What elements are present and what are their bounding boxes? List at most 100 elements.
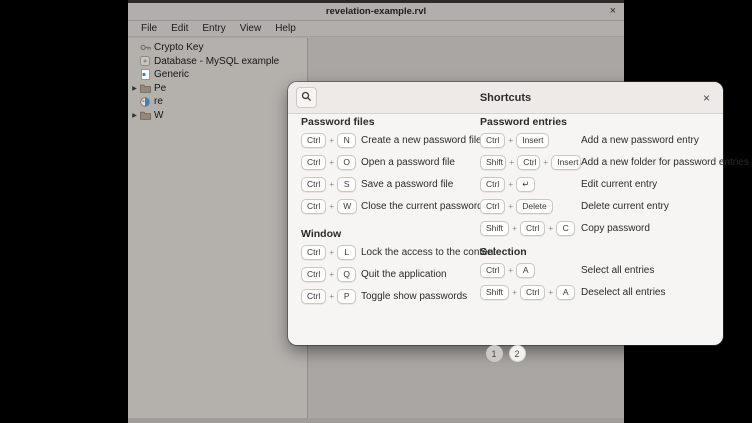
key-cap: S [337, 177, 356, 192]
plus-separator: + [508, 135, 513, 145]
key-cap: A [556, 285, 575, 300]
key-combo: Shift + Ctrl + Insert [480, 155, 581, 170]
app-window: revelation-example.rvl × File Edit Entry… [128, 0, 624, 423]
key-cap: C [556, 221, 575, 236]
tree-item-website[interactable]: re [128, 95, 307, 109]
tree-item-generic[interactable]: Generic [128, 68, 307, 82]
shortcut-row: Ctrl + P Toggle show passwords [301, 285, 477, 307]
titlebar[interactable]: revelation-example.rvl × [128, 3, 624, 21]
key-cap: Insert [551, 155, 581, 170]
plus-separator: + [329, 179, 334, 189]
shortcut-row: Ctrl + L Lock the access to the content [301, 241, 477, 263]
generic-icon [139, 69, 151, 80]
menu-help[interactable]: Help [268, 23, 303, 35]
plus-separator: + [329, 291, 334, 301]
expander-icon[interactable]: ▶ [130, 85, 139, 92]
tree-item-label: Pe [154, 83, 166, 94]
shortcut-description: Copy password [581, 223, 650, 234]
key-combo: Ctrl + A [480, 263, 581, 278]
window-close-button[interactable]: × [610, 4, 616, 19]
section-title-password-entries: Password entries [480, 117, 720, 127]
key-cap: Ctrl [480, 199, 505, 214]
key-cap: Ctrl [301, 155, 326, 170]
shortcut-row: Ctrl + Insert Add a new password entry [480, 129, 720, 151]
tree-item-label: re [154, 96, 163, 107]
page-1-button[interactable]: 1 [486, 345, 503, 362]
page-2-button[interactable]: 2 [509, 345, 526, 362]
menubar: File Edit Entry View Help [128, 21, 624, 37]
tree-item-folder-2[interactable]: ▶ W [128, 109, 307, 123]
key-cap: O [337, 155, 356, 170]
plus-separator: + [329, 247, 334, 257]
section-title-selection: Selection [480, 247, 720, 257]
key-combo: Ctrl + Q [301, 267, 361, 282]
key-cap: L [337, 245, 356, 260]
shortcut-description: Add a new password entry [581, 135, 699, 146]
key-icon [139, 42, 151, 53]
search-icon [301, 90, 312, 105]
section-rows: Ctrl + Insert Add a new password entry S… [480, 129, 720, 239]
shortcuts-dialog: Shortcuts × Password files Ctrl + N [288, 82, 723, 345]
plus-separator: + [508, 265, 513, 275]
expander-icon[interactable]: ▶ [130, 112, 139, 119]
shortcut-description: Add a new folder for password entries [581, 157, 749, 168]
key-combo: Ctrl + L [301, 245, 361, 260]
key-cap: N [337, 133, 356, 148]
key-cap: Delete [516, 199, 553, 214]
shortcut-row: Ctrl + ↵ Edit current entry [480, 173, 720, 195]
plus-separator: + [329, 201, 334, 211]
key-cap: Insert [516, 133, 549, 148]
key-combo: Ctrl + Delete [480, 199, 581, 214]
tree-item-crypto-key[interactable]: Crypto Key [128, 41, 307, 55]
search-button[interactable] [296, 87, 317, 108]
page-indicator: 1 2 [288, 345, 723, 362]
entry-tree-panel: Crypto Key Database - MySQL example Gene… [128, 38, 308, 418]
plus-separator: + [329, 269, 334, 279]
dialog-close-button[interactable]: × [703, 92, 710, 104]
plus-separator: + [512, 223, 517, 233]
key-cap: Q [337, 267, 356, 282]
tree-item-label: Generic [154, 69, 189, 80]
dialog-header: Shortcuts × [288, 82, 723, 114]
key-cap: Ctrl [301, 245, 326, 260]
shortcut-description: Save a password file [361, 179, 453, 190]
tree-item-folder-1[interactable]: ▶ Pe [128, 82, 307, 96]
key-cap: Shift [480, 155, 506, 170]
globe-icon [139, 96, 151, 107]
shortcut-row: Ctrl + W Close the current password file [301, 195, 477, 217]
shortcut-description: Edit current entry [581, 179, 657, 190]
key-combo: Ctrl + ↵ [480, 177, 581, 192]
shortcut-description: Select all entries [581, 265, 654, 276]
key-cap: Ctrl [301, 267, 326, 282]
shortcut-row: Ctrl + N Create a new password file [301, 129, 477, 151]
window-title: revelation-example.rvl [326, 6, 426, 17]
section-title-window: Window [301, 229, 477, 239]
shortcut-description: Deselect all entries [581, 287, 665, 298]
key-cap-enter: ↵ [516, 177, 535, 192]
menu-view[interactable]: View [233, 23, 269, 35]
key-combo: Shift + Ctrl + A [480, 285, 581, 300]
key-cap: Ctrl [301, 289, 326, 304]
menu-entry[interactable]: Entry [195, 23, 232, 35]
plus-separator: + [543, 157, 548, 167]
shortcut-row: Ctrl + Q Quit the application [301, 263, 477, 285]
key-cap: P [337, 289, 356, 304]
tree-item-database[interactable]: Database - MySQL example [128, 55, 307, 69]
shortcut-row: Ctrl + Delete Delete current entry [480, 195, 720, 217]
menu-edit[interactable]: Edit [164, 23, 195, 35]
plus-separator: + [512, 287, 517, 297]
dialog-body: Password files Ctrl + N Create a new pas… [288, 114, 723, 345]
shortcuts-column-right: Password entries Ctrl + Insert Add a new… [480, 114, 720, 303]
key-cap: Ctrl [301, 199, 326, 214]
section-rows: Ctrl + N Create a new password file Ctrl… [301, 129, 477, 217]
key-cap: Ctrl [520, 221, 545, 236]
key-combo: Ctrl + O [301, 155, 361, 170]
key-cap: W [337, 199, 357, 214]
tree-item-label: Database - MySQL example [154, 56, 279, 67]
key-cap: Ctrl [517, 155, 540, 170]
shortcut-description: Close the current password file [361, 201, 498, 212]
menu-file[interactable]: File [134, 23, 164, 35]
key-combo: Ctrl + W [301, 199, 361, 214]
plus-separator: + [509, 157, 514, 167]
key-cap: Ctrl [480, 133, 505, 148]
